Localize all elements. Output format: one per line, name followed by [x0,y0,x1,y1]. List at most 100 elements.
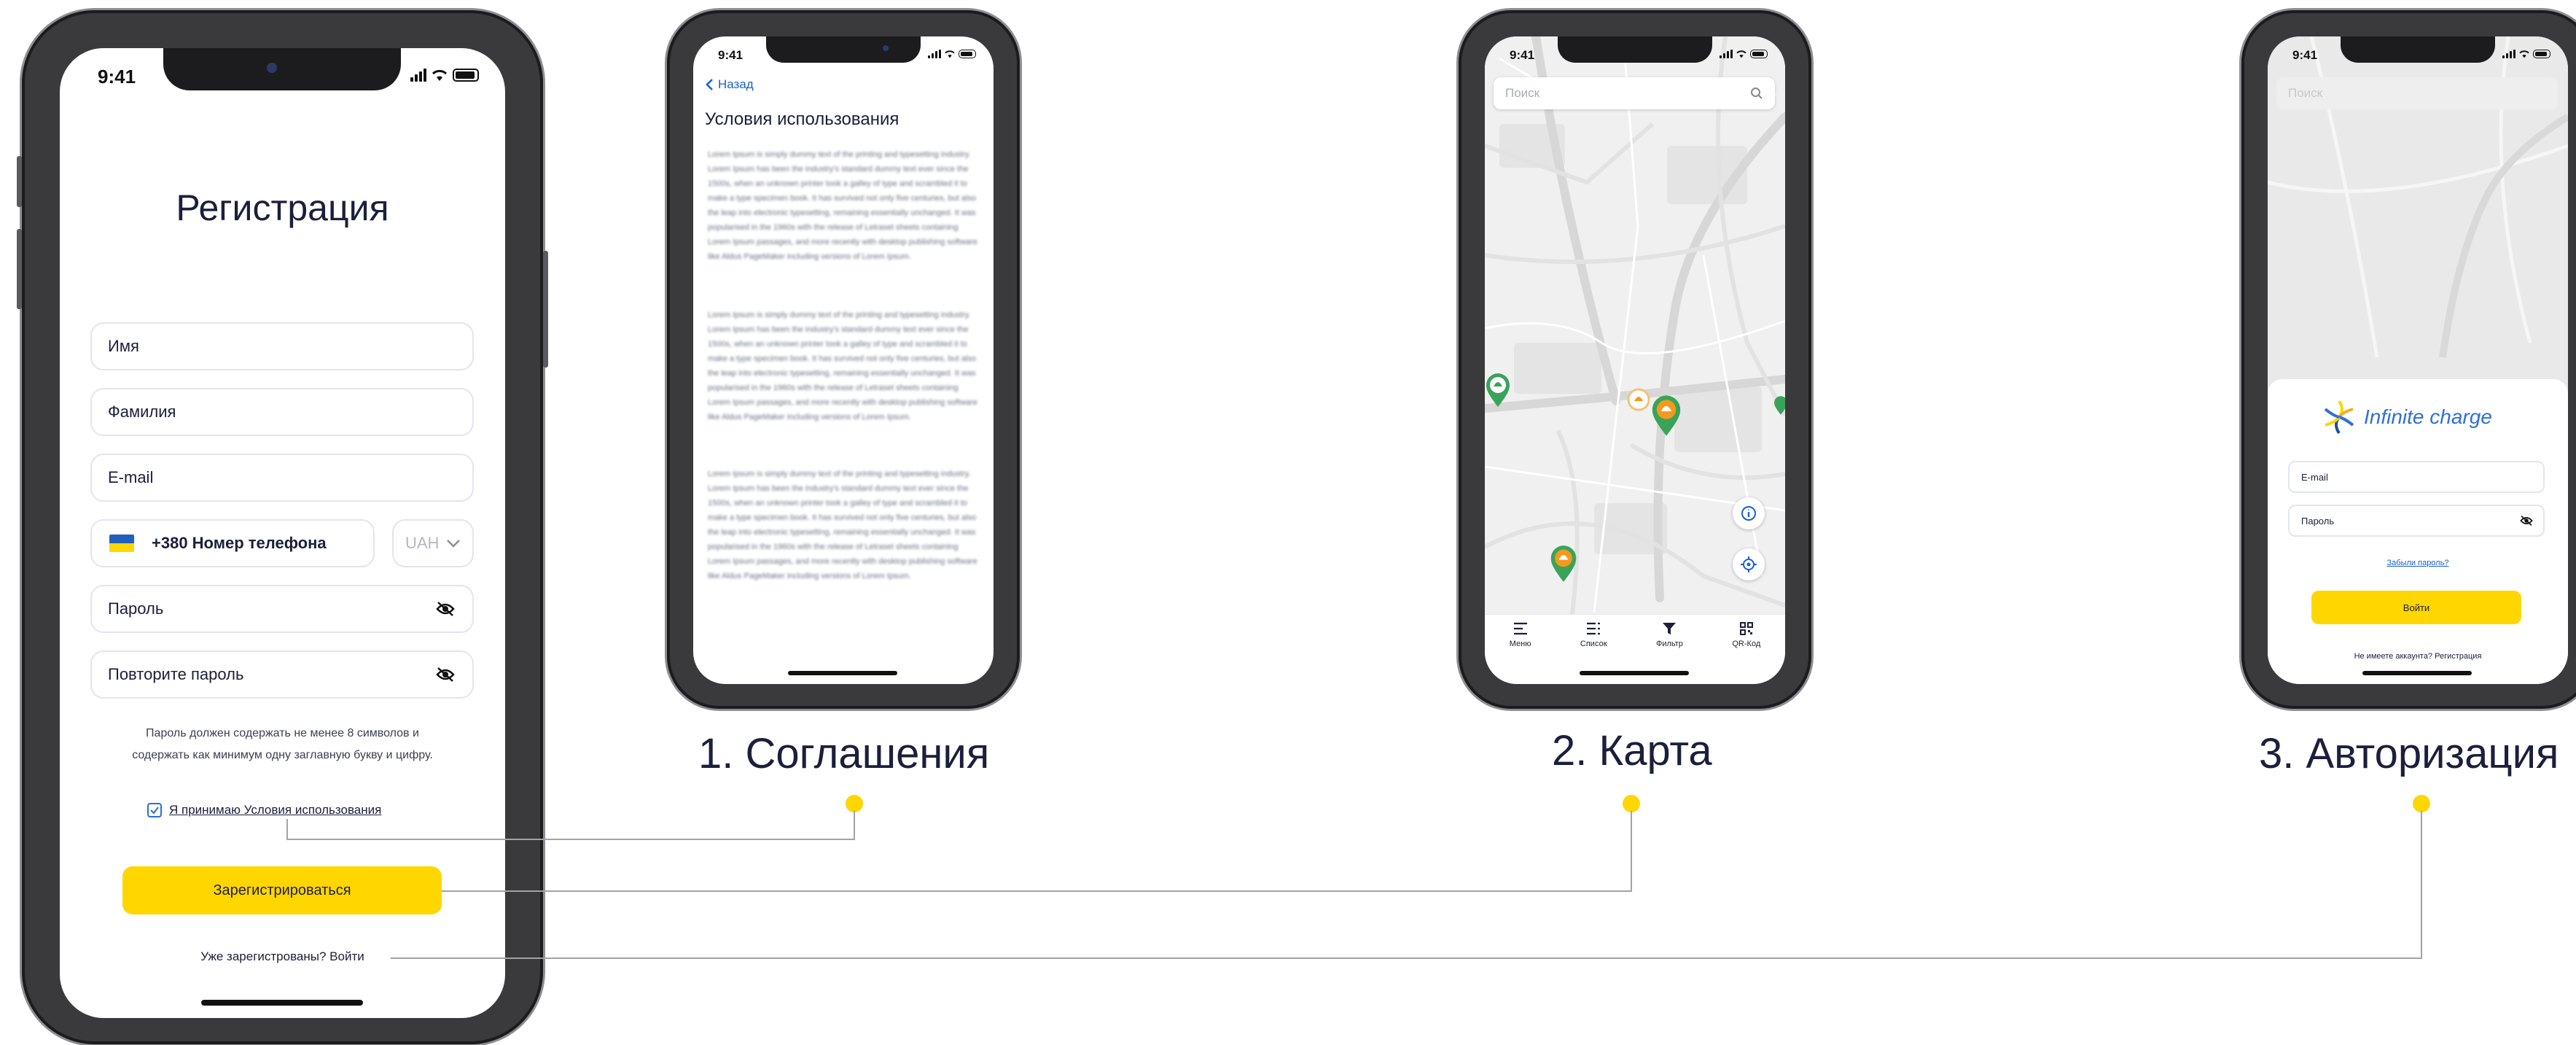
home-indicator [2362,671,2472,675]
status-icons [410,69,479,82]
login-button[interactable]: Войти [2311,591,2521,624]
agreement-phone: 9:41 Назад Условия использования Lorem I… [667,10,1020,709]
back-button[interactable]: Назад [705,77,754,92]
registration-screen: 9:41 Регистрация Имя Фамилия E-mail +380… [60,48,505,1018]
side-button [17,229,22,309]
agree-row[interactable]: Я принимаю Условия использования [147,803,381,817]
currency-select[interactable]: UAH [392,519,474,567]
tab-label: Меню [1509,640,1531,648]
login-link[interactable]: Уже зарегистрованы? Войти [60,949,505,964]
search-placeholder: Поиск [2288,86,2323,100]
notch [1558,36,1712,63]
search-input[interactable]: Поиск [1494,77,1775,109]
back-label: Назад [718,77,754,91]
map-view[interactable] [1485,36,1785,614]
caption-auth: 3. Авторизация [2259,730,2559,777]
wifi-icon [432,69,448,81]
menu-icon [1513,622,1527,635]
notch [2341,36,2495,63]
terms-paragraph: Lorem Ipsum is simply dummy text of the … [708,470,977,580]
flow-connector [391,957,2422,959]
currency-value: UAH [405,534,440,552]
flow-connector [2421,811,2422,959]
tab-label: Фильтр [1655,640,1683,648]
status-icons [2502,50,2550,58]
page-title: Условия использования [705,109,899,129]
wifi-icon [2519,50,2529,58]
status-time: 9:41 [2292,48,2318,62]
terms-link[interactable]: Я принимаю Условия использования [169,803,381,817]
tab-qr[interactable]: QR-Код [1732,615,1760,684]
checkbox-checked-icon[interactable] [147,803,162,817]
email-field[interactable]: E-mail [90,454,474,502]
battery-icon [453,69,479,82]
charger-pin-icon[interactable] [1549,544,1578,583]
map-phone: Поиск Меню Список Фильтр QR-Код 9:41 [1459,10,1811,709]
status-icons [1720,50,1768,58]
search-icon [1751,88,1763,99]
flow-connector [286,819,288,839]
map-screen: Поиск Меню Список Фильтр QR-Код 9:41 [1485,36,1785,684]
password-field[interactable]: Пароль [2288,505,2545,537]
list-icon [1587,622,1601,635]
password-field[interactable]: Пароль [90,585,474,633]
password-label: Пароль [2301,515,2335,527]
charger-pin-icon[interactable] [1773,391,1785,420]
phone-label: +380 Номер телефона [152,534,327,552]
caption-map: 2. Карта [1552,727,1712,774]
qr-code-icon [1739,622,1753,635]
agreement-screen: 9:41 Назад Условия использования Lorem I… [693,36,994,684]
terms-paragraph: Lorem Ipsum is simply dummy text of the … [708,150,977,261]
register-button[interactable]: Зарегистрироваться [122,866,442,914]
status-time: 9:41 [1510,48,1535,62]
auth-phone: Поиск Infinite charge E-mail Пароль Забы… [2241,10,2576,709]
flow-connector [854,811,855,840]
tab-label: Список [1580,640,1607,648]
brand-logo: Infinite charge [2320,398,2492,436]
caption-agreement: 1. Соглашения [698,730,990,777]
infinite-charge-logo-icon [2324,400,2354,435]
flow-connector [286,839,855,840]
eye-off-icon[interactable] [436,602,455,616]
auth-screen: Поиск Infinite charge E-mail Пароль Забы… [2268,36,2568,684]
charger-pin-icon[interactable] [1485,372,1511,408]
phone-field[interactable]: +380 Номер телефона [90,519,375,567]
battery-icon [2533,50,2550,58]
last-name-label: Фамилия [108,403,176,421]
eye-off-icon[interactable] [436,667,455,682]
filter-icon [1663,623,1677,634]
login-sheet: Infinite charge E-mail Пароль Забыли пар… [2268,379,2568,684]
ukraine-flag-icon [109,535,134,552]
tab-menu[interactable]: Меню [1510,615,1531,684]
password-hint: Пароль должен содержать не менее 8 симво… [60,723,505,766]
registration-phone: 9:41 Регистрация Имя Фамилия E-mail +380… [17,10,548,1044]
battery-icon [1750,50,1768,58]
repeat-password-field[interactable]: Повторите пароль [90,650,474,699]
repeat-password-label: Повторите пароль [108,665,244,683]
wifi-icon [1736,50,1746,58]
side-button [17,156,22,207]
home-indicator [788,671,897,675]
crosshair-icon [1741,556,1757,572]
charger-pin-icon[interactable] [1625,386,1652,413]
notch [163,48,401,90]
eye-off-icon[interactable] [2520,516,2533,526]
search-placeholder: Поиск [1505,86,1540,100]
locate-button[interactable] [1733,548,1765,580]
last-name-field[interactable]: Фамилия [90,388,474,436]
status-time: 9:41 [718,48,743,62]
signal-icon [1720,50,1733,58]
flow-connector [442,890,1632,892]
search-input: Поиск [2276,77,2558,109]
charger-pin-icon[interactable] [1650,394,1683,438]
forgot-password-link[interactable]: Забыли пароль? [2268,559,2568,567]
signal-icon [410,69,426,82]
first-name-field[interactable]: Имя [90,322,474,370]
register-link[interactable]: Не имеете аккаунта? Регистрация [2268,652,2568,661]
password-hint-line: содержать как минимум одну заглавную бук… [132,749,433,761]
flow-dot [2413,795,2430,812]
email-field[interactable]: E-mail [2288,461,2545,493]
brand-name: Infinite charge [2364,405,2492,428]
info-button[interactable] [1733,497,1765,529]
flow-dot [1623,795,1640,812]
